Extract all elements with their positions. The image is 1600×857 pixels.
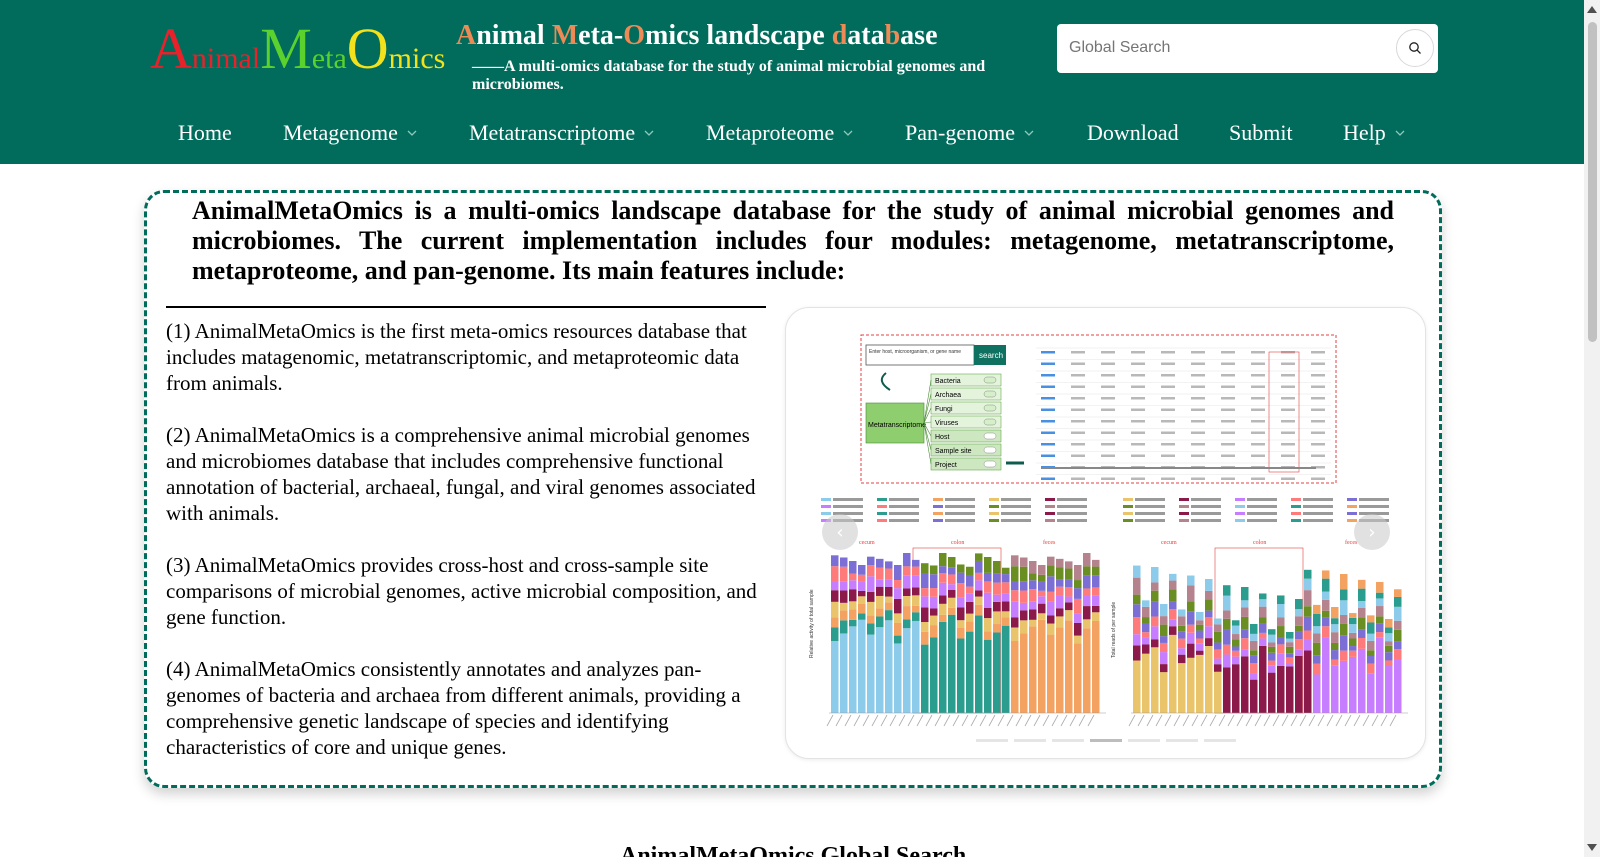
- chevron-down-icon: [1395, 130, 1405, 136]
- site-logo[interactable]: AnimalMetaOmics: [150, 20, 445, 82]
- nav-metatranscriptome[interactable]: Metatranscriptome: [469, 120, 655, 146]
- site-title-segment: eta-: [578, 20, 624, 51]
- nav-label: Metaproteome: [706, 120, 835, 145]
- carousel-dot[interactable]: [1052, 739, 1084, 742]
- feature-list: (1) AnimalMetaOmics is the first meta-om…: [166, 318, 772, 786]
- svg-text:Host: Host: [935, 434, 949, 441]
- chevron-down-icon: [407, 130, 417, 136]
- chevron-down-icon: [1024, 130, 1034, 136]
- scroll-up-arrow[interactable]: [1587, 6, 1597, 13]
- nav-metaproteome[interactable]: Metaproteome: [706, 120, 854, 146]
- nav-home[interactable]: Home: [178, 120, 232, 146]
- feature-item: (4) AnimalMetaOmics consistently annotat…: [166, 657, 741, 759]
- scroll-thumb[interactable]: [1588, 22, 1597, 342]
- nav-label: Submit: [1229, 120, 1293, 145]
- screenshot-carousel[interactable]: Enter host, microorganism, or gene name …: [785, 307, 1426, 759]
- carousel-prev-button[interactable]: ‹: [822, 514, 858, 550]
- svg-text:Bacteria: Bacteria: [935, 378, 961, 385]
- svg-text:Viruses: Viruses: [935, 420, 959, 427]
- nav-label: Metatranscriptome: [469, 120, 636, 145]
- site-title-segment: ata: [847, 20, 885, 51]
- site-subtitle: ——A multi-omics database for the study o…: [472, 58, 986, 93]
- svg-text:Enter host, microorganism, or: Enter host, microorganism, or gene name: [869, 349, 961, 355]
- svg-text:Relative activity of total sam: Relative activity of total sample: [809, 589, 815, 658]
- svg-text:Archaea: Archaea: [935, 392, 961, 399]
- carousel-dot[interactable]: [1166, 739, 1198, 742]
- search-icon: [1409, 42, 1421, 54]
- carousel-dot[interactable]: [976, 739, 1008, 742]
- carousel-dot[interactable]: [1128, 739, 1160, 742]
- site-title-segment: M: [551, 20, 579, 51]
- global-search-button[interactable]: [1396, 29, 1434, 67]
- carousel-slide-image: Enter host, microorganism, or gene name …: [809, 334, 1408, 727]
- svg-text:colon: colon: [951, 540, 964, 546]
- logo-letter: M: [260, 16, 312, 81]
- nav-submit[interactable]: Submit: [1229, 120, 1293, 146]
- divider: [166, 306, 766, 308]
- svg-text:cecum: cecum: [859, 540, 875, 546]
- site-title-segment: nimal: [476, 20, 552, 51]
- logo-letter: eta: [311, 42, 347, 75]
- feature-item: (2) AnimalMetaOmics is a comprehensive a…: [166, 423, 756, 525]
- feature-item: (3) AnimalMetaOmics provides cross-host …: [166, 553, 757, 629]
- svg-text:cecum: cecum: [1161, 540, 1177, 546]
- site-title-segment: b: [884, 20, 901, 51]
- carousel-next-button[interactable]: ›: [1354, 514, 1390, 550]
- nav-label: Home: [178, 120, 232, 145]
- svg-text:Metatranscriptome: Metatranscriptome: [868, 422, 926, 429]
- nav-help[interactable]: Help: [1343, 120, 1406, 146]
- svg-text:Fungi: Fungi: [935, 406, 953, 413]
- scroll-down-arrow[interactable]: [1587, 844, 1597, 851]
- nav-label: Download: [1087, 120, 1179, 145]
- page-scrollbar[interactable]: [1584, 0, 1600, 857]
- svg-text:search: search: [979, 351, 1003, 360]
- global-search-input[interactable]: [1069, 32, 1369, 64]
- carousel-indicators: [976, 739, 1236, 742]
- chevron-left-icon: ‹: [836, 521, 844, 543]
- svg-text:Sample site: Sample site: [935, 448, 972, 455]
- logo-letter: nimal: [191, 42, 261, 75]
- nav-metagenome[interactable]: Metagenome: [283, 120, 418, 146]
- intro-text: AnimalMetaOmics is a multi-omics landsca…: [192, 196, 1394, 285]
- nav-label: Metagenome: [283, 120, 398, 145]
- site-title-segment: mics landscape: [645, 20, 832, 51]
- svg-text:colon: colon: [1253, 540, 1266, 546]
- logo-letter: O: [346, 16, 389, 81]
- chevron-down-icon: [644, 130, 654, 136]
- nav-label: Help: [1343, 120, 1386, 145]
- global-search-box: [1057, 24, 1438, 73]
- svg-text:feces: feces: [1043, 539, 1056, 546]
- carousel-dot[interactable]: [1204, 739, 1236, 742]
- main-nav: Home Metagenome Metatranscriptome Metaprote…: [0, 114, 1584, 154]
- svg-text:Total reads of per sample: Total reads of per sample: [1111, 602, 1117, 658]
- site-header: AnimalMetaOmics Animal Meta-Omics landsc…: [0, 0, 1584, 164]
- carousel-dot[interactable]: [1090, 739, 1122, 742]
- site-title-segment: O: [623, 20, 645, 51]
- global-search-heading: AnimalMetaOmics Global Search: [620, 843, 967, 857]
- logo-letter: mics: [388, 42, 446, 75]
- nav-download[interactable]: Download: [1087, 120, 1179, 146]
- nav-pan-genome[interactable]: Pan-genome: [905, 120, 1035, 146]
- site-title-segment: ase: [900, 20, 938, 51]
- site-title: Animal Meta-Omics landscape database: [456, 18, 1016, 54]
- feature-item: (1) AnimalMetaOmics is the first meta-om…: [166, 319, 747, 395]
- chevron-down-icon: [843, 130, 853, 136]
- svg-text:Project: Project: [935, 462, 957, 469]
- nav-label: Pan-genome: [905, 120, 1015, 145]
- site-title-segment: A: [456, 20, 477, 51]
- carousel-dot[interactable]: [1014, 739, 1046, 742]
- logo-letter: A: [150, 16, 192, 81]
- chevron-right-icon: ›: [1368, 521, 1376, 543]
- site-title-segment: d: [831, 20, 848, 51]
- title-block: Animal Meta-Omics landscape database ——A…: [456, 18, 1016, 94]
